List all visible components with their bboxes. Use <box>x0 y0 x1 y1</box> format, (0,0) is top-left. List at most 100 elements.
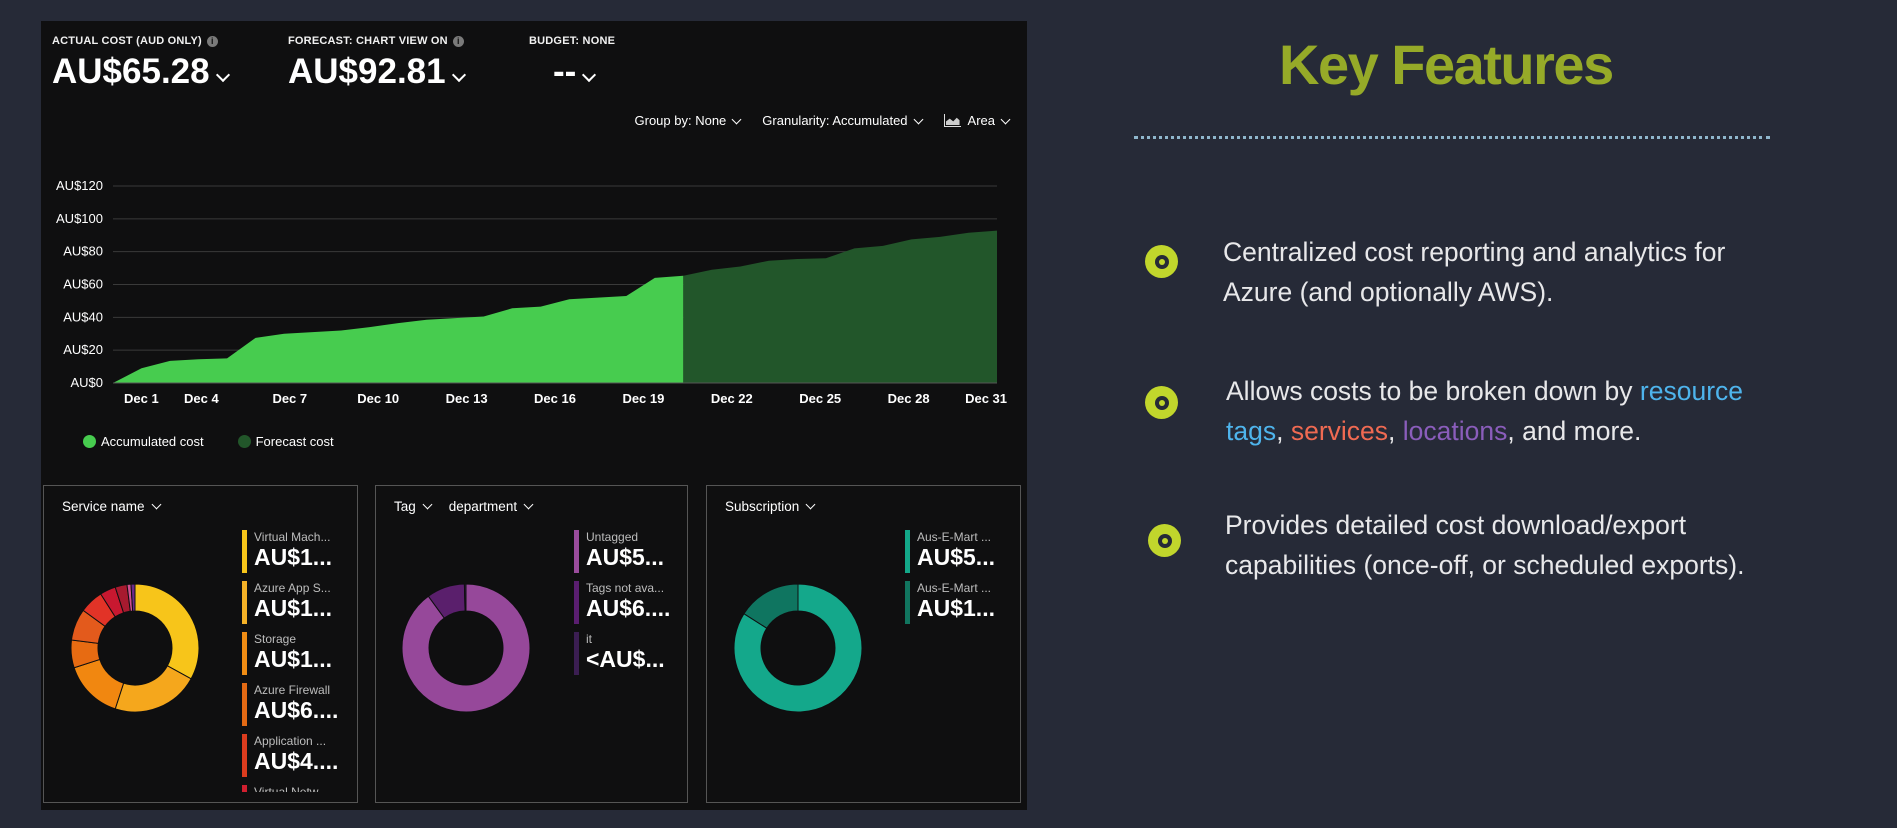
feature-text: , <box>1388 416 1403 446</box>
item-value: AU$6.... <box>586 595 671 621</box>
color-bar <box>574 581 579 624</box>
item-value: AU$1... <box>254 544 332 570</box>
y-tick-label: AU$20 <box>63 342 103 357</box>
legend-list-item[interactable]: Virtual Mach... AU$1... <box>242 530 352 581</box>
x-tick-label: Dec 7 <box>272 391 307 406</box>
y-tick-label: AU$80 <box>63 244 103 259</box>
legend-list-item[interactable]: Azure App S... AU$1... <box>242 581 352 632</box>
item-value: AU$1... <box>917 595 995 621</box>
actual-cost-value: AU$65.28 <box>52 52 210 91</box>
tag-key-dropdown[interactable]: department <box>449 499 542 514</box>
legend-list-item[interactable]: Aus-E-Mart ... AU$5... <box>905 530 1015 581</box>
item-value: AU$1... <box>254 646 332 672</box>
subscription-dropdown[interactable]: Subscription <box>725 499 824 514</box>
legend-swatch <box>83 435 96 448</box>
legend-list-item[interactable]: Aus-E-Mart ... AU$1... <box>905 581 1015 632</box>
x-tick-label: Dec 10 <box>357 391 399 406</box>
item-name: Azure Firewall <box>254 683 331 697</box>
chevron-down-icon[interactable] <box>451 67 466 83</box>
feature-text: , <box>1276 416 1291 446</box>
item-name: Azure App S... <box>254 581 331 595</box>
legend-list-item[interactable]: Storage AU$1... <box>242 632 352 683</box>
service-dropdown[interactable]: Service name <box>62 499 170 514</box>
forecast-kpi[interactable]: FORECAST: CHART VIEW ON i AU$92.81 <box>288 35 466 92</box>
legend-item[interactable]: Forecast cost <box>237 434 334 449</box>
color-bar <box>574 632 579 675</box>
chart-type-dropdown[interactable]: Area <box>943 113 1011 128</box>
legend-item[interactable]: Accumulated cost <box>83 434 204 449</box>
group-by-label: Group by: None <box>634 113 727 128</box>
cost-analysis-panel: ACTUAL COST (AUD ONLY) i AU$65.28 FORECA… <box>41 21 1027 810</box>
x-tick-label: Dec 4 <box>184 391 219 406</box>
legend-list-item[interactable]: Azure Firewall AU$6.... <box>242 683 352 734</box>
item-value: AU$5... <box>586 544 664 570</box>
item-name: it <box>586 632 592 646</box>
legend-list-item[interactable]: Untagged AU$5... <box>574 530 684 581</box>
y-tick-label: AU$60 <box>63 277 103 292</box>
item-name: Virtual Netw... <box>254 785 328 792</box>
donut-slice[interactable] <box>134 583 200 680</box>
item-name: Storage <box>254 632 297 646</box>
service-donut-chart <box>70 583 200 713</box>
tag-key-label: department <box>448 499 518 514</box>
x-tick-label: Dec 19 <box>622 391 664 406</box>
bullet-icon <box>1145 245 1178 278</box>
feature-item: Allows costs to be broken down by resour… <box>1145 371 1743 451</box>
chevron-down-icon[interactable] <box>215 67 230 83</box>
legend-label: Forecast cost <box>255 434 334 449</box>
donut-slice[interactable] <box>463 583 467 612</box>
dotted-divider <box>1134 136 1770 139</box>
item-name: Untagged <box>586 530 639 544</box>
item-value: AU$1... <box>254 595 332 621</box>
donut-slice[interactable] <box>73 658 125 710</box>
color-bar <box>574 530 579 573</box>
budget-kpi[interactable]: BUDGET: NONE -- <box>529 35 615 92</box>
group-by-dropdown[interactable]: Group by: None <box>634 113 742 128</box>
color-bar <box>242 581 247 624</box>
feature-text: Azure (and optionally AWS). <box>1223 277 1554 307</box>
card-header-label: Service name <box>62 499 145 514</box>
info-icon[interactable]: i <box>206 35 218 47</box>
item-name: Aus-E-Mart ... <box>917 530 992 544</box>
legend-swatch <box>237 435 251 448</box>
legend-label: Accumulated cost <box>101 434 204 449</box>
y-tick-label: AU$40 <box>63 309 103 324</box>
forecast-cost-area <box>683 230 997 383</box>
highlight-locations: locations <box>1402 416 1508 446</box>
x-tick-label: Dec 25 <box>799 391 841 406</box>
highlight-resource-tags: tags <box>1226 416 1277 446</box>
chevron-down-icon <box>805 499 816 510</box>
tag-card: Tag department Untagged AU$5... Tags not a… <box>375 485 688 803</box>
highlight-services: services <box>1290 416 1389 446</box>
feature-item: Provides detailed cost download/export c… <box>1145 505 1744 585</box>
legend-list-item[interactable]: Application ... AU$4.... <box>242 734 352 785</box>
legend-list-item[interactable]: it <AU$... <box>574 632 684 683</box>
chevron-down-icon <box>422 499 433 510</box>
service-list: Virtual Mach... AU$1... Azure App S... AU$1… <box>242 530 352 792</box>
info-icon[interactable]: i <box>452 35 464 47</box>
tag-list: Untagged AU$5... Tags not ava... AU$6.... it… <box>574 530 684 683</box>
chevron-down-icon <box>523 499 534 510</box>
chart-type-label: Area <box>967 113 995 128</box>
x-tick-label: Dec 16 <box>534 391 576 406</box>
item-value: AU$5... <box>917 544 995 570</box>
chart-legend: Accumulated cost Forecast cost <box>83 434 334 449</box>
card-header-label: Tag <box>394 499 416 514</box>
forecast-value: AU$92.81 <box>288 52 446 91</box>
granularity-dropdown[interactable]: Granularity: Accumulated <box>762 113 923 128</box>
feature-text: , and more. <box>1507 416 1642 446</box>
cost-area-chart: AU$0 AU$20 AU$40 AU$60 AU$80 AU$100 AU$120 Dec … <box>56 178 1007 406</box>
card-header-label: Subscription <box>725 499 800 514</box>
legend-list-item[interactable]: Virtual Netw... <box>242 785 352 792</box>
donut-slice[interactable] <box>114 665 192 713</box>
item-value: AU$6.... <box>254 697 339 723</box>
x-tick-label: Dec 22 <box>711 391 753 406</box>
tag-dropdown[interactable]: Tag <box>394 499 441 514</box>
legend-list-item[interactable]: Tags not ava... AU$6.... <box>574 581 684 632</box>
subscription-list: Aus-E-Mart ... AU$5... Aus-E-Mart ... AU$1.… <box>905 530 1015 632</box>
item-name: Aus-E-Mart ... <box>917 581 992 595</box>
chevron-down-icon[interactable] <box>582 67 597 83</box>
actual-cost-kpi[interactable]: ACTUAL COST (AUD ONLY) i AU$65.28 <box>52 35 230 92</box>
y-tick-label: AU$100 <box>56 211 103 226</box>
forecast-label: FORECAST: CHART VIEW ON <box>288 35 448 47</box>
